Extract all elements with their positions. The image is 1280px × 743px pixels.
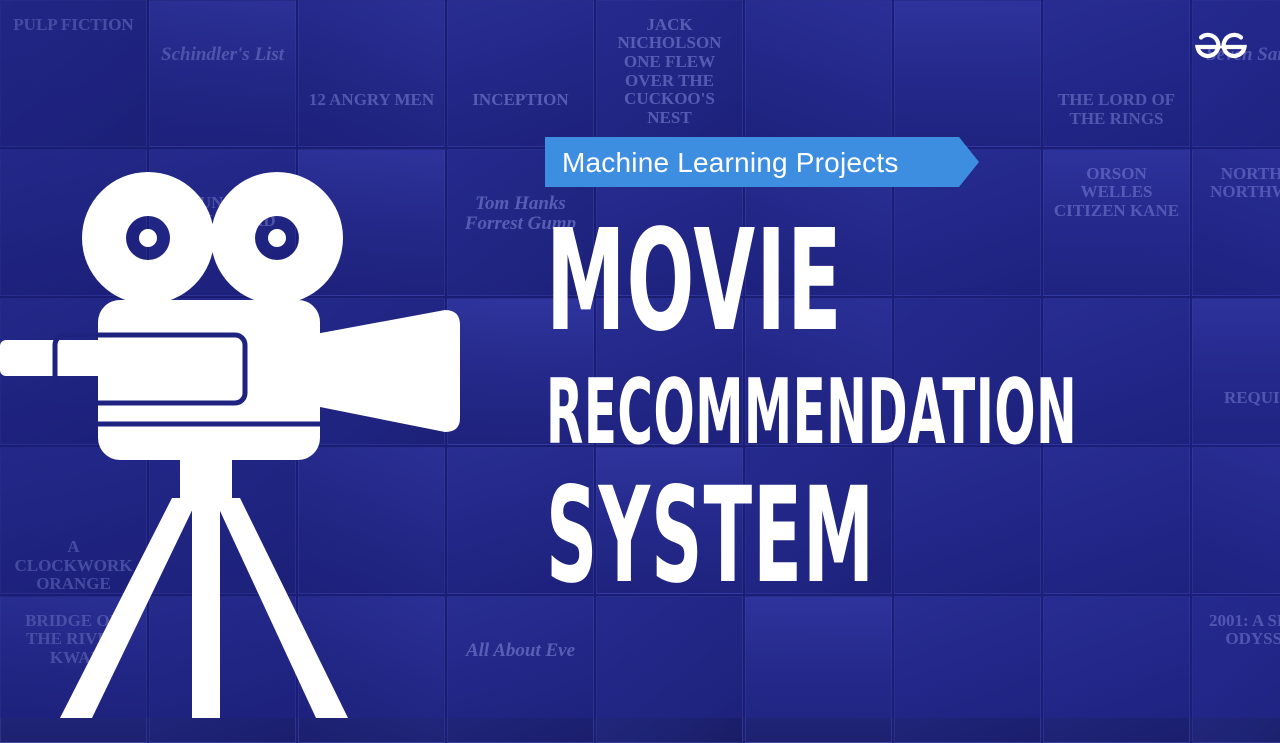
headline-movie: MOVIE xyxy=(546,200,843,363)
geeksforgeeks-logo xyxy=(1195,32,1247,58)
category-badge-label: Machine Learning Projects xyxy=(562,147,899,178)
movie-camera-icon xyxy=(0,172,460,718)
headline-system: SYSTEM xyxy=(546,459,876,613)
headline-recommendation: RECOMMENDATION xyxy=(546,360,1078,465)
